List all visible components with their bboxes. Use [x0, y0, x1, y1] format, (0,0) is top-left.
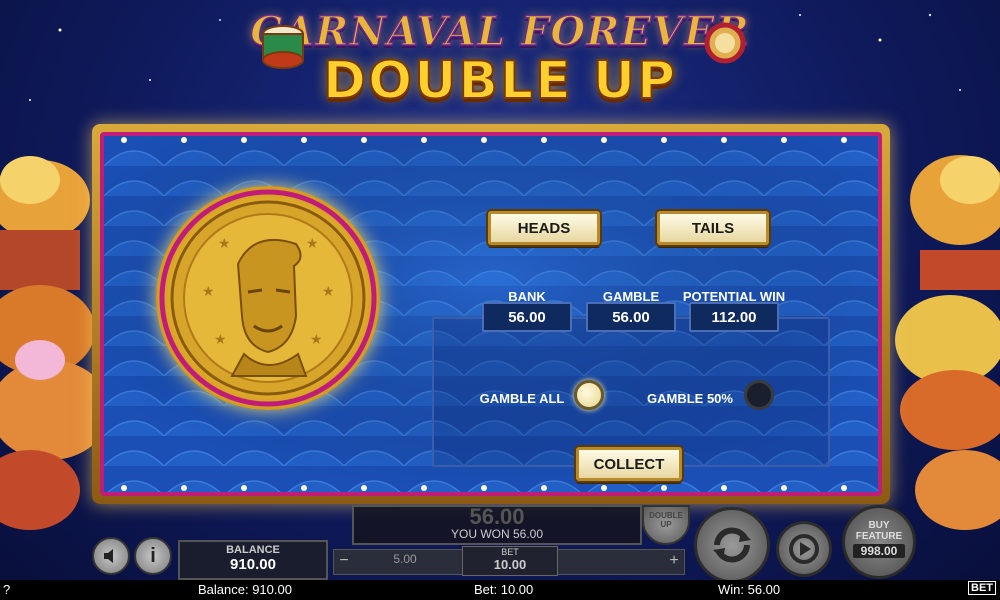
bet-label: BET [501, 547, 519, 557]
info-icon[interactable]: i [134, 537, 172, 575]
bet-prev-value[interactable]: 5.00 [370, 552, 440, 572]
game-title: CARNAVAL FOREVER DOUBLE UP [230, 2, 770, 122]
balance-label: BALANCE [226, 544, 280, 556]
potential-win-value: 112.00 [689, 302, 779, 332]
drum-icon [262, 25, 304, 69]
you-won-text: YOU WON 56.00 [450, 527, 544, 541]
svg-text:★: ★ [218, 236, 231, 252]
win-amount: 56.00 [469, 504, 525, 529]
double-up-frame: ★ ★ ★ ★ ★ ★ HEADS TAILS BANK GAMBLE POTE… [92, 124, 890, 504]
bank-value: 56.00 [482, 302, 572, 332]
bet-decrease-button[interactable]: − [334, 552, 354, 572]
bet-value: 10.00 [493, 557, 527, 572]
bet-increase-button[interactable]: + [664, 552, 684, 572]
status-bar: ? Balance: 910.00 Bet: 10.00 Win: 56.00 … [0, 580, 1000, 600]
title-carnaval-forever: CARNAVAL FOREVER [249, 7, 750, 56]
svg-text:★: ★ [202, 284, 215, 300]
double-up-button[interactable]: DOUBLE UP [642, 505, 690, 545]
help-icon[interactable]: ? [3, 582, 10, 597]
buy-feature-price: 998.00 [853, 544, 905, 558]
carnival-decoration-right [895, 155, 1000, 530]
bet-current: BET 10.00 [462, 546, 558, 576]
spin-arrows-icon [713, 527, 751, 563]
balance-value: 910.00 [230, 556, 276, 573]
svg-text:★: ★ [214, 332, 227, 348]
balance-box: BALANCE 910.00 [178, 540, 328, 580]
betsoft-logo: BET [968, 581, 996, 595]
heads-button[interactable]: HEADS [488, 211, 600, 245]
status-balance: Balance: 910.00 [198, 582, 292, 597]
win-display: 56.00 YOU WON 56.00 [352, 505, 642, 545]
title-double-up: DOUBLE UP [322, 50, 678, 112]
tails-button[interactable]: TAILS [657, 211, 769, 245]
svg-text:★: ★ [310, 332, 323, 348]
bottom-hud: i BALANCE 910.00 56.00 YOU WON 56.00 − 5… [0, 505, 1000, 583]
autoplay-button[interactable] [776, 521, 832, 577]
collect-button[interactable]: COLLECT [576, 447, 682, 481]
speaker-icon[interactable] [92, 537, 130, 575]
status-win: Win: 56.00 [718, 582, 781, 597]
spin-button[interactable] [694, 507, 770, 583]
coin-icon: ★ ★ ★ ★ ★ ★ [156, 186, 380, 410]
autoplay-icon [789, 534, 819, 564]
gamble-all-radio[interactable] [574, 380, 604, 410]
gamble-all-label: GAMBLE ALL [479, 391, 565, 406]
gamble-value: 56.00 [586, 302, 676, 332]
svg-text:★: ★ [306, 236, 319, 252]
bet-selector: − 5.00 BET 10.00 + [333, 546, 685, 576]
svg-text:★: ★ [322, 284, 335, 300]
tambourine-icon [704, 22, 746, 64]
gamble-half-radio[interactable] [744, 380, 774, 410]
gamble-half-label: GAMBLE 50% [647, 391, 733, 406]
status-bet: Bet: 10.00 [474, 582, 534, 597]
double-up-panel: ★ ★ ★ ★ ★ ★ HEADS TAILS BANK GAMBLE POTE… [100, 132, 882, 496]
buy-feature-label: BUY FEATURE [855, 520, 903, 542]
buy-feature-button[interactable]: BUY FEATURE 998.00 [842, 505, 916, 579]
